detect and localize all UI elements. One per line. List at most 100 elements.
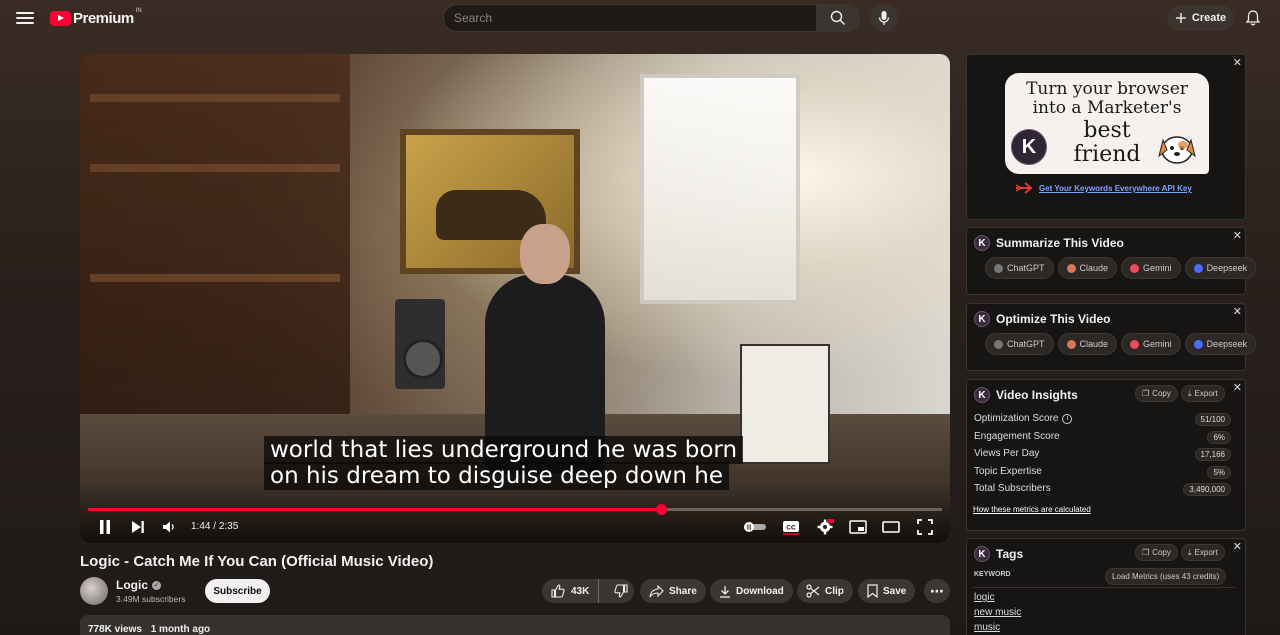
subtitles-button[interactable]: CC	[781, 517, 801, 537]
save-button[interactable]: Save	[858, 579, 916, 603]
create-label: Create	[1191, 12, 1227, 24]
closed-captions-icon: CC	[783, 521, 799, 535]
caption-line-1: world that lies underground he was born	[264, 436, 744, 464]
summarize-gemini-button[interactable]: Gemini	[1121, 257, 1181, 279]
metric-label-views-per-day: Views Per Day	[974, 448, 1040, 459]
search-button[interactable]	[816, 4, 860, 32]
tag-link[interactable]: music	[974, 620, 1021, 635]
share-button[interactable]: Share	[640, 579, 706, 603]
summarize-chatgpt-button[interactable]: ChatGPT	[985, 257, 1054, 279]
notifications-bell-icon[interactable]	[1244, 9, 1262, 27]
metric-value-optimization: 51/100	[1194, 413, 1231, 426]
save-label: Save	[883, 585, 907, 597]
optimize-chatgpt-button[interactable]: ChatGPT	[985, 333, 1054, 355]
theater-mode-button[interactable]	[881, 517, 901, 537]
channel-avatar[interactable]	[80, 577, 108, 605]
download-icon: ⤓	[1188, 388, 1192, 398]
share-icon	[649, 584, 664, 597]
time-current: 1:44	[191, 521, 211, 532]
keywords-everywhere-logo: K	[974, 235, 990, 251]
gemini-icon	[1130, 263, 1140, 273]
country-code: IN	[135, 8, 142, 14]
api-key-link[interactable]: Get Your Keywords Everywhere API Key	[1039, 184, 1192, 193]
deepseek-icon	[1193, 339, 1203, 349]
tags-header: K Tags	[974, 546, 1023, 562]
fullscreen-button[interactable]	[915, 517, 935, 537]
channel-name-row[interactable]: Logic ✓	[116, 578, 161, 592]
like-button[interactable]: 43K	[542, 579, 600, 603]
optimize-title: Optimize This Video	[996, 312, 1111, 326]
info-icon[interactable]: i	[1062, 413, 1073, 424]
channel-name[interactable]: Logic	[116, 578, 148, 592]
clip-label: Clip	[825, 585, 844, 597]
voice-search-button[interactable]	[870, 4, 898, 32]
description-box[interactable]: 778K views 1 month ago	[80, 615, 950, 635]
metrics-info-link[interactable]: How these metrics are calculated	[973, 505, 1091, 514]
download-icon	[720, 585, 730, 598]
close-icon[interactable]: ✕	[1233, 305, 1242, 318]
create-button[interactable]: Create	[1167, 5, 1234, 31]
optimize-gemini-label: Gemini	[1143, 339, 1172, 349]
video-frame-shelf	[80, 54, 350, 474]
caption-line-2: on his dream to disguise deep down he	[264, 462, 730, 490]
metric-value-engagement: 6%	[1207, 431, 1231, 444]
video-frame-window	[640, 74, 800, 304]
summarize-claude-label: Claude	[1079, 263, 1109, 273]
tag-link[interactable]: new music	[974, 605, 1021, 620]
like-dislike-group: 43K	[542, 579, 634, 603]
chatgpt-icon	[994, 263, 1003, 273]
more-actions-button[interactable]: ⋯	[924, 579, 950, 603]
optimize-gemini-button[interactable]: Gemini	[1121, 333, 1181, 355]
close-icon[interactable]: ✕	[1233, 229, 1242, 242]
youtube-premium-logo[interactable]: Premium IN	[50, 8, 142, 27]
insights-export-button[interactable]: ⤓ Export	[1181, 385, 1225, 402]
summarize-deepseek-button[interactable]: Deepseek	[1184, 257, 1257, 279]
subscribe-button[interactable]: Subscribe	[205, 579, 270, 603]
gemini-icon	[1130, 339, 1140, 349]
autoplay-toggle-icon	[744, 522, 766, 532]
optimize-claude-button[interactable]: Claude	[1057, 333, 1118, 355]
video-player[interactable]: world that lies underground he was born …	[80, 54, 950, 543]
clip-button[interactable]: Clip	[797, 579, 853, 603]
metric-label-optimization: Optimization Score i	[974, 413, 1073, 424]
download-icon: ⤓	[1188, 547, 1192, 557]
promo-line-3: best	[1083, 118, 1131, 143]
caption-window[interactable]: world that lies underground he was born …	[264, 436, 744, 490]
promo-banner[interactable]: Turn your browser into a Marketer's best…	[1005, 73, 1209, 174]
summarize-chatgpt-label: ChatGPT	[1007, 263, 1045, 273]
summarize-panel: ✕ K Summarize This Video ChatGPT Claude …	[966, 227, 1257, 295]
time-display: 1:44 / 2:35	[191, 521, 239, 532]
load-metrics-button[interactable]: Load Metrics (uses 43 credits)	[1105, 568, 1227, 585]
video-frame-speaker	[395, 299, 445, 389]
keywords-everywhere-promo-panel: ✕ Turn your browser into a Marketer's be…	[966, 54, 1246, 220]
metric-label-engagement: Engagement Score	[974, 431, 1060, 442]
tag-link[interactable]: logic	[974, 590, 1021, 605]
search-input[interactable]	[443, 4, 816, 32]
bookmark-icon	[867, 584, 878, 598]
keywords-everywhere-logo: K	[974, 546, 990, 562]
tags-export-button[interactable]: ⤓ Export	[1181, 544, 1225, 561]
claude-icon	[1066, 263, 1076, 273]
autoplay-toggle[interactable]	[742, 517, 768, 537]
tags-panel: ✕ K Tags ❐ Copy ⤓ Export KEYWORD Load Metr…	[966, 538, 1246, 635]
next-button[interactable]	[129, 517, 147, 537]
tags-copy-button[interactable]: ❐ Copy	[1135, 544, 1178, 561]
dislike-button[interactable]	[604, 579, 638, 603]
volume-button[interactable]	[160, 517, 178, 537]
menu-icon[interactable]	[16, 9, 34, 27]
summarize-claude-button[interactable]: Claude	[1057, 257, 1118, 279]
miniplayer-button[interactable]	[848, 517, 868, 537]
insights-copy-button[interactable]: ❐ Copy	[1135, 385, 1178, 402]
progress-scrubber[interactable]	[656, 504, 668, 515]
pause-button[interactable]	[96, 517, 114, 537]
metric-value-views-per-day: 17,166	[1194, 448, 1231, 461]
close-icon[interactable]: ✕	[1233, 381, 1242, 394]
close-icon[interactable]: ✕	[1233, 540, 1242, 553]
settings-button[interactable]	[815, 517, 835, 537]
optimize-deepseek-button[interactable]: Deepseek	[1184, 333, 1257, 355]
close-icon[interactable]: ✕	[1233, 56, 1242, 69]
download-button[interactable]: Download	[710, 579, 793, 603]
progress-bar[interactable]	[88, 504, 942, 515]
tags-title: Tags	[996, 547, 1024, 561]
verified-icon: ✓	[152, 580, 161, 590]
